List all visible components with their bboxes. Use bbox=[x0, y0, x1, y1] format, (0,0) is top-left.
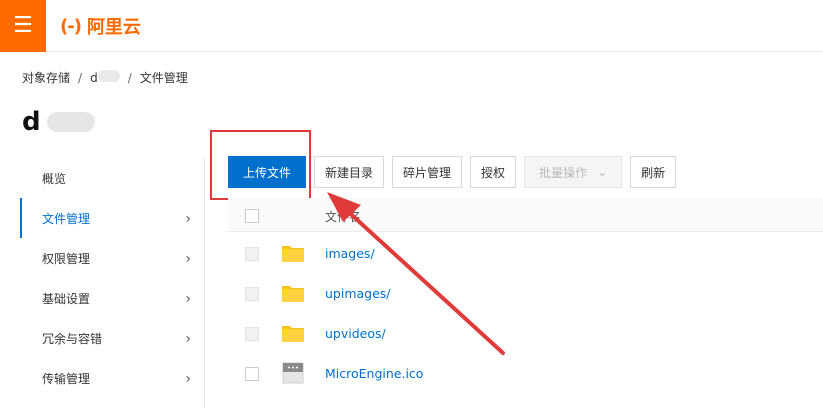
file-name-link[interactable]: upvideos/ bbox=[325, 326, 386, 341]
column-header-name: 文件名 bbox=[325, 210, 362, 224]
table-row[interactable]: upimages/ bbox=[228, 274, 823, 314]
sidebar: 概览 文件管理 › 权限管理 › 基础设置 › 冗余与容错 › 传输管理 › bbox=[0, 158, 205, 408]
file-name-link[interactable]: images/ bbox=[325, 246, 375, 261]
bucket-name: d bbox=[22, 107, 41, 137]
sidebar-item-label: 权限管理 bbox=[42, 251, 91, 266]
sidebar-item-basic-settings[interactable]: 基础设置 › bbox=[20, 278, 205, 318]
batch-operations-dropdown[interactable]: 批量操作 ⌄ bbox=[524, 156, 623, 188]
chevron-right-icon: › bbox=[185, 371, 191, 387]
table-row[interactable]: MicroEngine.ico bbox=[228, 354, 823, 394]
sidebar-item-permissions[interactable]: 权限管理 › bbox=[20, 238, 205, 278]
row-checkbox[interactable] bbox=[245, 247, 259, 261]
annotation-highlight-box bbox=[210, 130, 311, 200]
file-name-link[interactable]: upimages/ bbox=[325, 286, 391, 301]
breadcrumb: 对象存储 / d / 文件管理 bbox=[22, 69, 188, 86]
authorize-button[interactable]: 授权 bbox=[470, 156, 517, 188]
sidebar-item-overview[interactable]: 概览 bbox=[20, 158, 205, 198]
top-bar: ☰ (-) 阿里云 bbox=[0, 0, 823, 52]
sidebar-item-transfer[interactable]: 传输管理 › bbox=[20, 358, 205, 398]
row-checkbox[interactable] bbox=[245, 287, 259, 301]
sidebar-item-redundancy[interactable]: 冗余与容错 › bbox=[20, 318, 205, 358]
aliyun-logo[interactable]: (-) 阿里云 bbox=[60, 14, 141, 39]
fragment-management-button[interactable]: 碎片管理 bbox=[392, 156, 463, 188]
sidebar-item-label: 冗余与容错 bbox=[42, 331, 103, 346]
page-title: d bbox=[22, 107, 95, 137]
table-header: 文件名 bbox=[228, 198, 823, 232]
file-icon bbox=[282, 362, 304, 384]
new-directory-button[interactable]: 新建目录 bbox=[314, 156, 385, 188]
sidebar-item-file-management[interactable]: 文件管理 › bbox=[20, 198, 205, 238]
table-row[interactable]: upvideos/ bbox=[228, 314, 823, 354]
chevron-right-icon: › bbox=[185, 251, 191, 267]
row-checkbox[interactable] bbox=[245, 367, 259, 381]
chevron-right-icon: › bbox=[185, 291, 191, 307]
folder-icon bbox=[282, 286, 304, 302]
menu-button[interactable]: ☰ bbox=[0, 0, 46, 52]
breadcrumb-current: 文件管理 bbox=[139, 71, 188, 85]
redacted-text bbox=[97, 70, 120, 82]
breadcrumb-bucket[interactable]: d bbox=[90, 70, 120, 85]
batch-operations-label: 批量操作 bbox=[539, 165, 588, 180]
sidebar-item-label: 传输管理 bbox=[42, 371, 91, 386]
redacted-text bbox=[46, 112, 95, 132]
table-row[interactable]: images/ bbox=[228, 234, 823, 274]
breadcrumb-separator: / bbox=[127, 70, 132, 85]
file-name-link[interactable]: MicroEngine.ico bbox=[325, 366, 423, 381]
folder-icon bbox=[282, 246, 304, 262]
breadcrumb-root[interactable]: 对象存储 bbox=[22, 69, 70, 86]
breadcrumb-separator: / bbox=[78, 70, 83, 85]
chevron-right-icon: › bbox=[185, 211, 191, 227]
chevron-right-icon: › bbox=[185, 331, 191, 347]
hamburger-icon: ☰ bbox=[13, 13, 33, 38]
select-all-checkbox[interactable] bbox=[245, 209, 259, 223]
refresh-button[interactable]: 刷新 bbox=[630, 156, 677, 188]
folder-icon bbox=[282, 326, 304, 342]
sidebar-item-label: 文件管理 bbox=[42, 211, 91, 226]
sidebar-item-label: 基础设置 bbox=[42, 291, 91, 306]
logo-text: 阿里云 bbox=[86, 17, 141, 38]
aliyun-logo-icon: (-) bbox=[60, 15, 82, 37]
chevron-down-icon: ⌄ bbox=[597, 165, 608, 179]
row-checkbox[interactable] bbox=[245, 327, 259, 341]
sidebar-item-label: 概览 bbox=[42, 171, 67, 186]
